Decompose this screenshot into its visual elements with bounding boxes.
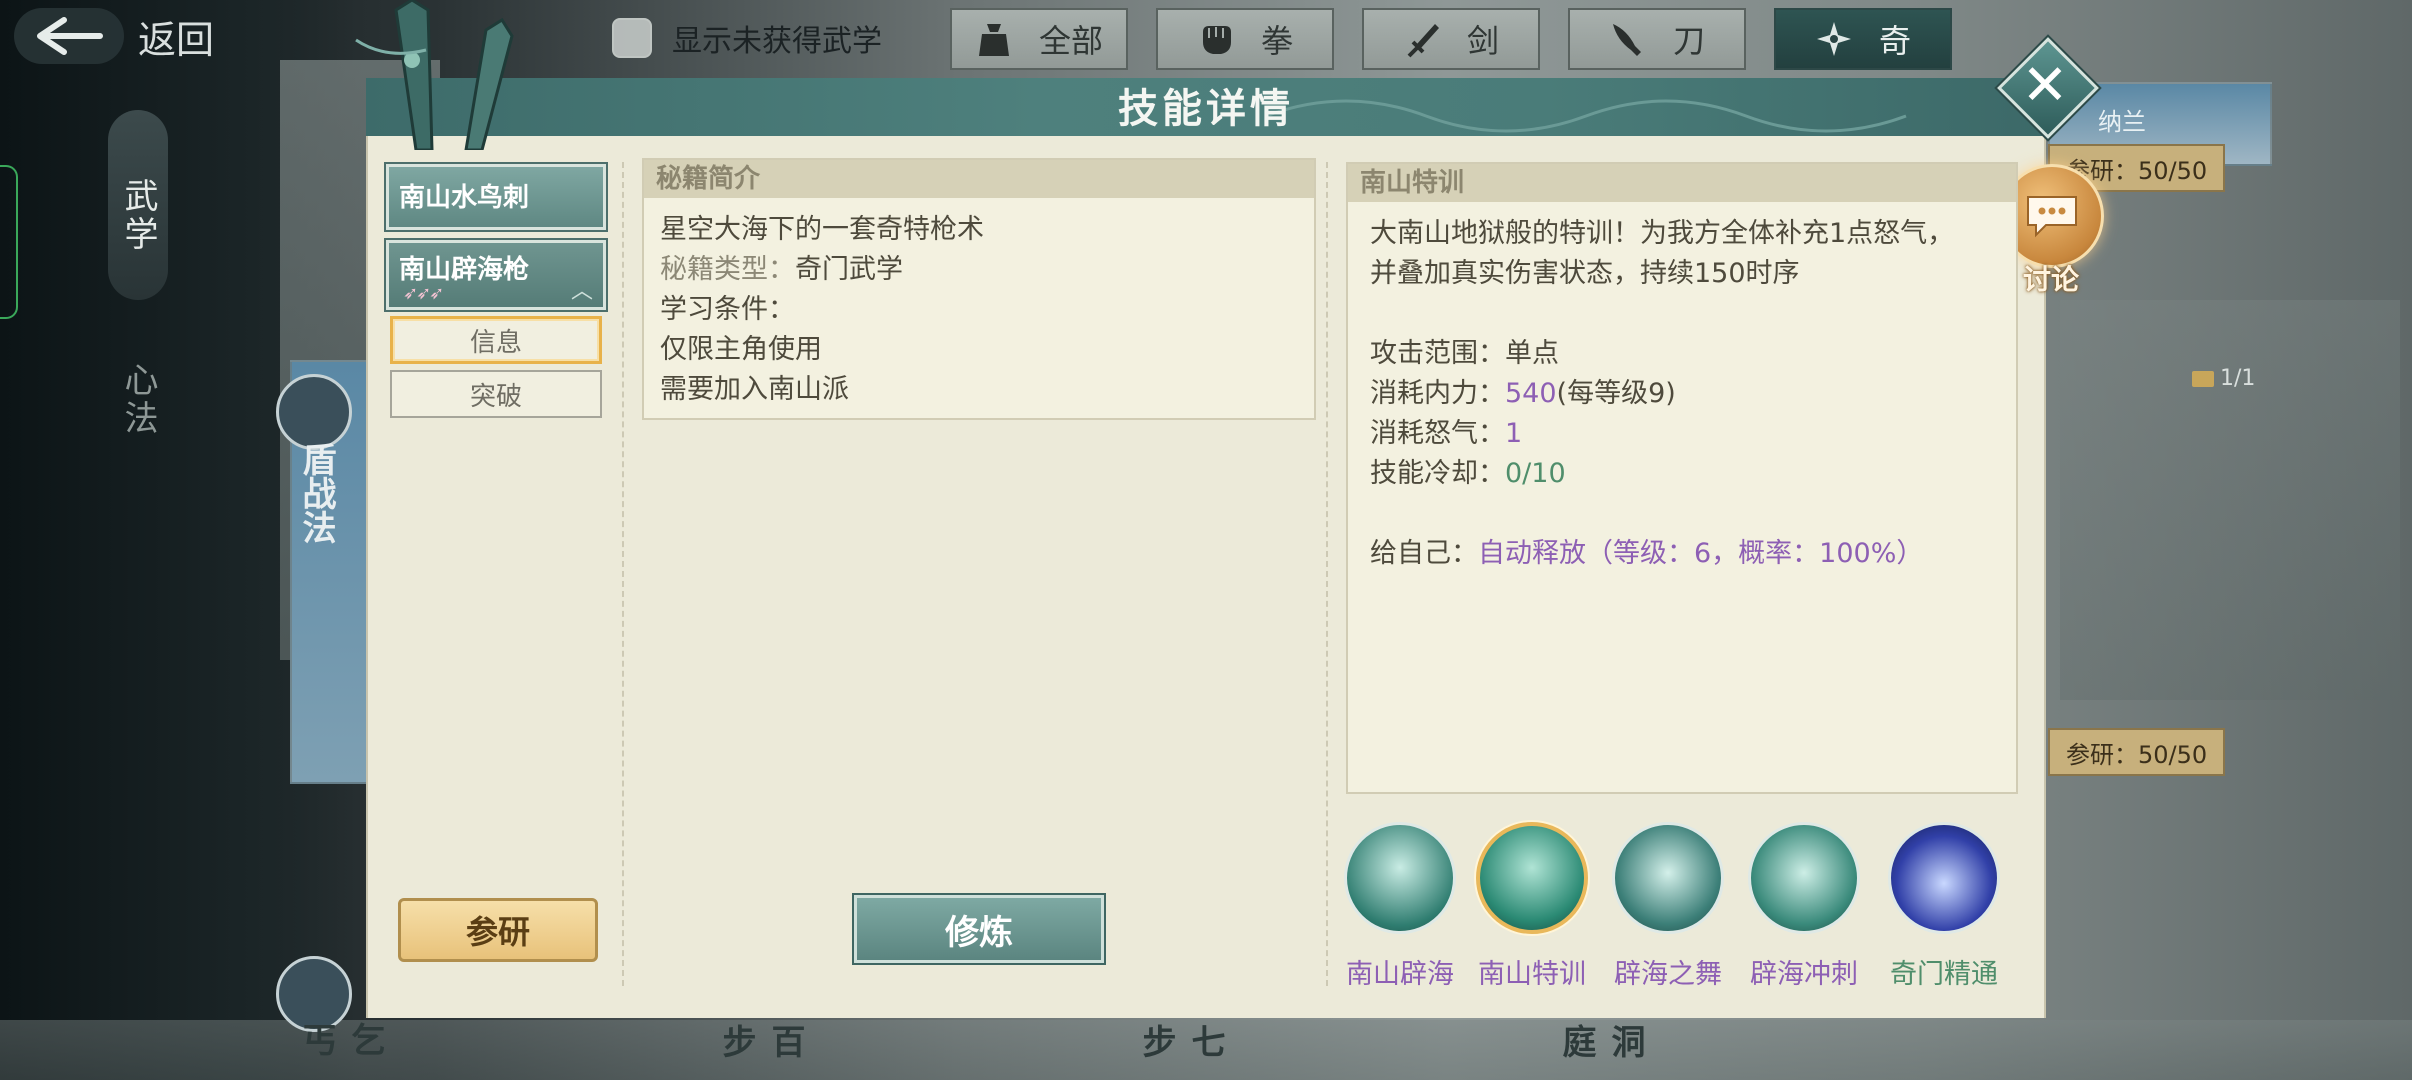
- self-effect-label: 给自己：: [1370, 538, 1478, 569]
- skill-detail-panel: 南山特训 大南山地狱般的特训！为我方全体补充1点怒气， 并叠加真实伤害状态，持续…: [1346, 162, 2018, 794]
- column-divider: [1326, 162, 1328, 986]
- filter-label-all: 全部: [1038, 22, 1103, 60]
- mp-cost-label: 消耗内力：: [1370, 378, 1505, 409]
- show-unobtained-checkbox[interactable]: [612, 18, 652, 58]
- side-tab-mind[interactable]: 心法: [114, 362, 163, 438]
- self-effect-row: 给自己：自动释放（等级：6，概率：100%）: [1370, 534, 1954, 574]
- book-intro-panel: 秘籍简介 星空大海下的一套奇特枪术 秘籍类型：奇门武学 学习条件： 仅限主角使用…: [642, 158, 1316, 420]
- skill-desc-line-2: 并叠加真实伤害状态，持续150时序: [1370, 258, 1800, 289]
- book-count: 1/1: [2192, 366, 2255, 391]
- filter-tab-special[interactable]: 奇: [1774, 8, 1952, 70]
- card-beggar-title: 乞丐: [296, 1022, 385, 1056]
- skill-icon-label: 辟海冲刺: [1750, 959, 1858, 990]
- book-type-row: 秘籍类型：奇门武学: [660, 250, 984, 290]
- filter-label-sword: 剑: [1466, 22, 1499, 60]
- skill-icon-nanshan-pihai[interactable]: [1344, 822, 1456, 934]
- attack-range-label: 攻击范围：: [1370, 338, 1505, 369]
- blade-icon: [1609, 20, 1647, 58]
- cooldown-value: 0/10: [1505, 458, 1566, 489]
- skill-item-label: 南山辟海枪: [399, 255, 530, 285]
- skill-item-nanshan-spear[interactable]: 南山辟海枪 ➶➶➶ ︿: [384, 238, 608, 312]
- show-unobtained-label: 显示未获得武学: [672, 24, 882, 59]
- filter-label-special: 奇: [1878, 22, 1911, 60]
- attack-range-row: 攻击范围：单点: [1370, 334, 1954, 374]
- research-button[interactable]: 参研: [398, 898, 598, 962]
- card-dongting-title: 洞庭: [1556, 1024, 1645, 1058]
- info-tab[interactable]: 信息: [390, 316, 602, 364]
- skill-icon-qimen-mastery[interactable]: [1888, 822, 2000, 934]
- back-arrow-icon: [14, 8, 124, 64]
- cooldown-row: 技能冷却：0/10: [1370, 454, 1954, 494]
- rage-cost-label: 消耗怒气：: [1370, 418, 1505, 449]
- card-shield-title: 盾战法: [296, 442, 336, 544]
- attack-range-value: 单点: [1505, 338, 1559, 369]
- book-count-value: 1/1: [2220, 366, 2256, 391]
- mp-cost-suffix: (每等级9): [1556, 378, 1676, 409]
- book-intro-content: 星空大海下的一套奇特枪术 秘籍类型：奇门武学 学习条件： 仅限主角使用 需要加入…: [660, 210, 984, 410]
- mp-cost-row: 消耗内力：540(每等级9): [1370, 374, 1954, 414]
- train-button[interactable]: 修炼: [852, 893, 1106, 965]
- side-indicator: [0, 165, 18, 319]
- skill-item-label: 南山水鸟刺: [399, 183, 530, 213]
- skill-icon-label: 南山辟海: [1346, 959, 1454, 990]
- filter-label-blade: 刀: [1672, 22, 1705, 60]
- rage-cost-row: 消耗怒气：1: [1370, 414, 1954, 454]
- card-badge-icon: [276, 374, 352, 450]
- spear-ornament-icon: [355, 0, 514, 150]
- filter-tab-all[interactable]: 全部: [950, 8, 1128, 70]
- card-seven-title: 七步: [1136, 1024, 1225, 1058]
- skill-icon-pihai-dance[interactable]: [1612, 822, 1724, 934]
- skill-icon-label: 辟海之舞: [1614, 959, 1722, 990]
- book-type-label: 秘籍类型：: [660, 254, 795, 285]
- background-pavilion: [2060, 300, 2400, 700]
- show-unobtained-toggle[interactable]: 显示未获得武学: [612, 16, 882, 60]
- chevron-up-icon: ︿: [570, 279, 593, 304]
- skill-icon-label: 奇门精通: [1890, 959, 1998, 990]
- close-icon: ✕: [2021, 52, 2069, 118]
- modal-title: 技能详情: [1118, 86, 1294, 132]
- back-label: 返回: [138, 17, 215, 62]
- skill-detail-content: 大南山地狱般的特训！为我方全体补充1点怒气， 并叠加真实伤害状态，持续150时序…: [1370, 214, 1954, 574]
- sword-icon: [1403, 20, 1441, 58]
- mp-cost-value: 540: [1505, 378, 1557, 409]
- cooldown-label: 技能冷却：: [1370, 458, 1505, 489]
- breakthrough-tab[interactable]: 突破: [390, 370, 602, 418]
- filter-tab-sword[interactable]: 剑: [1362, 8, 1540, 70]
- bag-icon: [975, 20, 1013, 58]
- card-nalan-title: 纳兰: [2098, 108, 2146, 136]
- filter-label-fist: 拳: [1260, 22, 1293, 60]
- skill-detail-header: 南山特训: [1348, 164, 2016, 202]
- column-divider: [622, 162, 624, 986]
- filter-tab-fist[interactable]: 拳: [1156, 8, 1334, 70]
- skill-icon-label: 南山特训: [1478, 959, 1586, 990]
- back-button[interactable]: 返回: [14, 8, 234, 64]
- card-hundred-title: 百步: [716, 1024, 805, 1058]
- side-tab-martial[interactable]: 武学: [114, 178, 163, 254]
- close-button[interactable]: ✕: [1990, 30, 2100, 140]
- skill-desc-line-1: 大南山地狱般的特训！为我方全体补充1点怒气，: [1370, 218, 1955, 249]
- skill-icon-pihai-charge[interactable]: [1748, 822, 1860, 934]
- self-effect-value: 自动释放（等级：6，概率：100%）: [1478, 538, 1924, 569]
- research-progress-bottom: 参研：50/50: [2048, 728, 2226, 776]
- filter-tab-blade[interactable]: 刀: [1568, 8, 1746, 70]
- learning-condition-1: 仅限主角使用: [660, 334, 822, 365]
- book-type-value: 奇门武学: [795, 254, 903, 285]
- rage-cost-value: 1: [1505, 418, 1523, 449]
- fist-icon: [1197, 20, 1235, 58]
- card-badge-icon: [276, 956, 352, 1032]
- book-intro-header: 秘籍简介: [644, 160, 1314, 198]
- skill-item-nanshan-bird[interactable]: 南山水鸟刺: [384, 162, 608, 232]
- book-icon: [2192, 370, 2214, 387]
- skill-icon-nanshan-training[interactable]: [1476, 822, 1588, 934]
- learning-condition-label: 学习条件：: [660, 294, 795, 325]
- rank-arrows-icon: ➶➶➶: [403, 283, 444, 304]
- shuriken-icon: [1815, 20, 1853, 58]
- learning-condition-2: 需要加入南山派: [660, 374, 849, 405]
- book-description: 星空大海下的一套奇特枪术: [660, 214, 984, 245]
